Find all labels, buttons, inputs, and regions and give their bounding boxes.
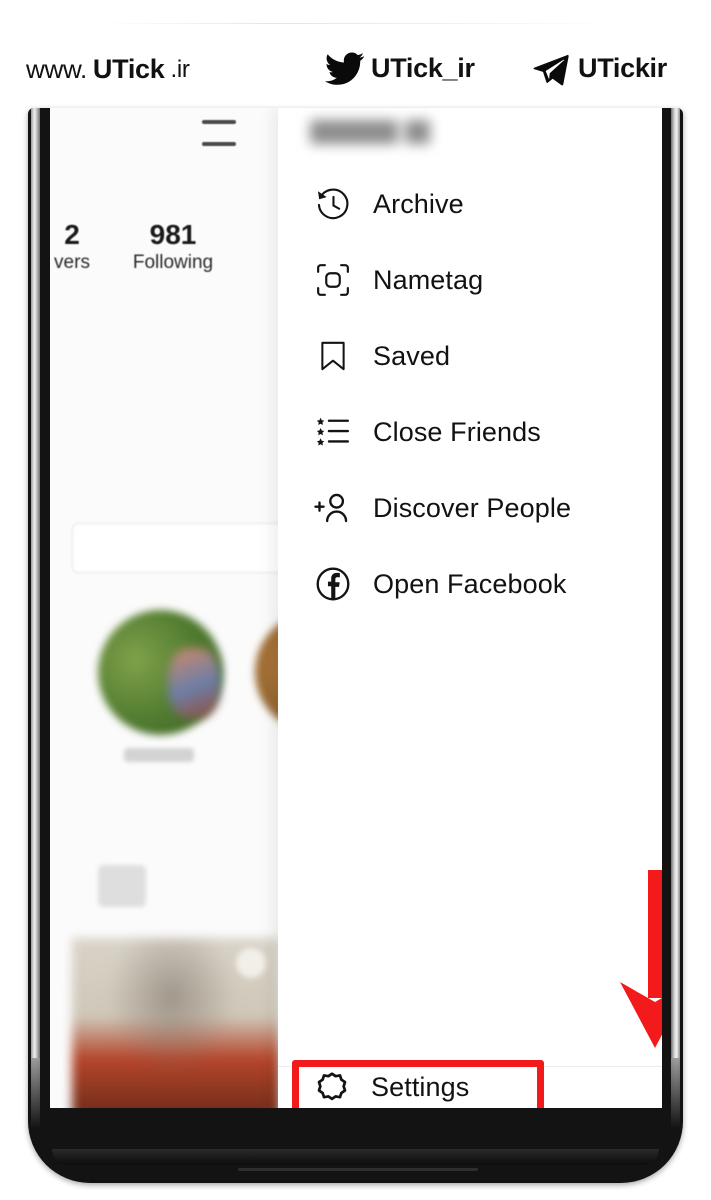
grid-tab-icon[interactable]: [98, 865, 146, 907]
branding-bar: www. UTick .ir UTick_ir UTickir: [0, 0, 711, 108]
menu-item-open-facebook-label: Open Facebook: [373, 568, 567, 599]
brand-website: www. UTick .ir: [26, 54, 190, 85]
stat-followers-label: vers: [54, 251, 90, 273]
menu-item-close-friends-label: Close Friends: [373, 416, 541, 447]
menu-item-nametag-label: Nametag: [373, 264, 484, 295]
menu-item-open-facebook[interactable]: Open Facebook: [278, 546, 662, 622]
drawer-menu-list: Archive Nametag Saved Close Friends Disc…: [278, 166, 662, 622]
twitter-bird-icon: [325, 52, 365, 85]
phone-device: 2 vers 981 Following Archive Nametag Sav…: [28, 108, 683, 1183]
menu-item-settings-label: Settings: [371, 1072, 470, 1102]
gear-icon: [313, 1069, 351, 1107]
brand-twitter-handle: UTick_ir: [371, 52, 475, 83]
menu-item-settings[interactable]: Settings: [278, 1067, 662, 1108]
menu-item-saved[interactable]: Saved: [278, 318, 662, 394]
brand-website-prefix: www.: [26, 54, 87, 84]
menu-item-close-friends[interactable]: Close Friends: [278, 394, 662, 470]
story-highlight-label: [124, 748, 194, 762]
star-list-icon: [313, 412, 353, 452]
brand-hairline-divider: [100, 23, 620, 24]
post-thumbnail-badge: [236, 948, 266, 978]
stat-following[interactable]: 981 Following: [108, 219, 238, 275]
hamburger-bar: [202, 120, 236, 124]
edit-profile-button[interactable]: [72, 523, 278, 573]
phone-right-rail: [671, 108, 680, 1128]
stat-followers[interactable]: 2 vers: [50, 219, 102, 275]
stat-following-label: Following: [132, 251, 214, 273]
hamburger-menu-icon[interactable]: [202, 120, 236, 146]
brand-telegram-handle: UTickir: [578, 52, 667, 83]
side-drawer-menu: Archive Nametag Saved Close Friends Disc…: [278, 108, 662, 1108]
story-highlight-thumbnail[interactable]: [255, 613, 278, 731]
menu-item-saved-label: Saved: [373, 340, 451, 371]
phone-screen: 2 vers 981 Following Archive Nametag Sav…: [50, 108, 662, 1108]
stat-followers-value: 2: [64, 219, 80, 250]
brand-website-tld: .ir: [170, 55, 190, 83]
down-arrow-annotation: [610, 870, 662, 1050]
brand-telegram: UTickir: [532, 52, 667, 86]
drawer-username-redacted: [310, 120, 460, 144]
menu-item-archive-label: Archive: [373, 188, 464, 219]
phone-right-rail-cap: [671, 1058, 680, 1128]
profile-screen-background: 2 vers 981 Following: [50, 108, 278, 1108]
phone-left-rail: [31, 108, 40, 1128]
brand-twitter: UTick_ir: [325, 52, 475, 85]
person-add-icon: [313, 488, 353, 528]
hamburger-bar: [202, 142, 236, 146]
phone-chin: [52, 1149, 659, 1165]
phone-left-rail-cap: [31, 1058, 40, 1128]
facebook-icon: [313, 564, 353, 604]
archive-clock-icon: [313, 184, 353, 224]
menu-item-archive[interactable]: Archive: [278, 166, 662, 242]
story-highlight-thumbnail-detail: [168, 648, 220, 718]
bookmark-icon: [313, 336, 353, 376]
phone-chin-seam: [238, 1168, 478, 1171]
stat-following-value: 981: [149, 219, 197, 250]
telegram-plane-icon: [532, 52, 572, 86]
menu-item-discover-people[interactable]: Discover People: [278, 470, 662, 546]
brand-website-name: UTick: [92, 54, 165, 84]
menu-item-nametag[interactable]: Nametag: [278, 242, 662, 318]
nametag-scan-icon: [313, 260, 353, 300]
menu-item-discover-people-label: Discover People: [373, 492, 572, 523]
